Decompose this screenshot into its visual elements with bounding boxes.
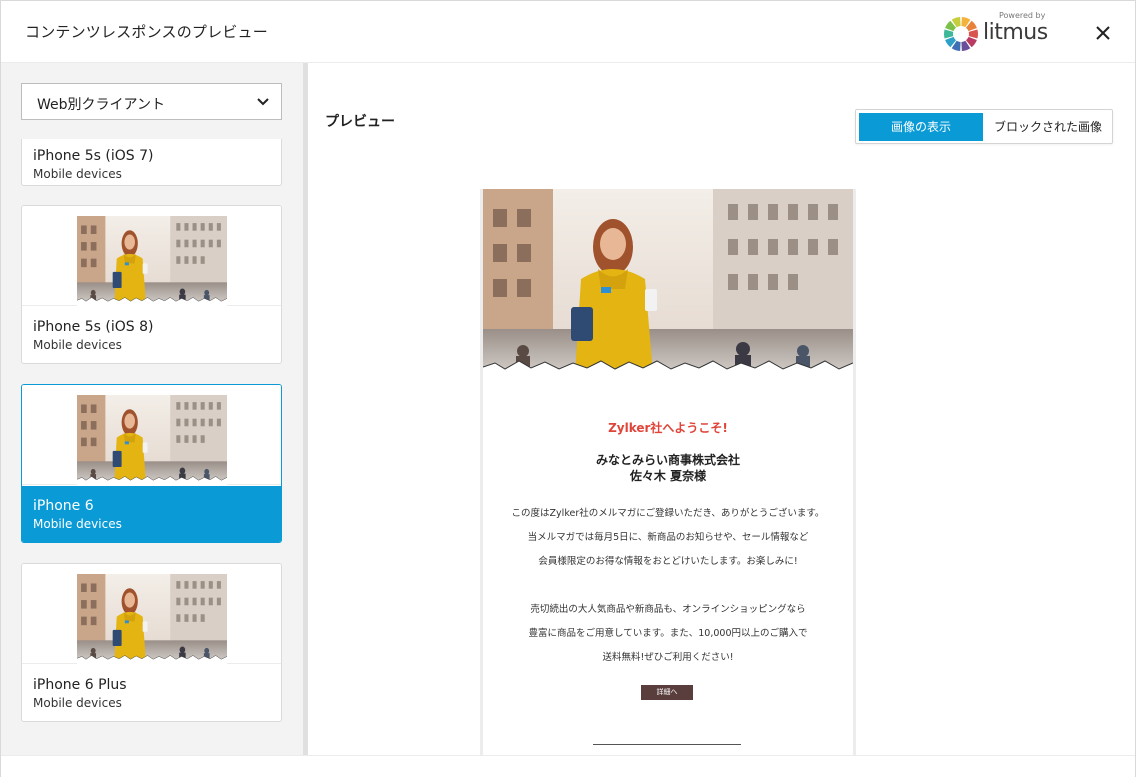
- preview-dialog: コンテンツレスポンスのプレビュー Powered by litmus Web別ク…: [0, 0, 1136, 777]
- email-company-name: みなとみらい商事株式会社: [595, 453, 740, 467]
- email-welcome-heading: Zylker社へようこそ!: [608, 421, 728, 435]
- device-card-iphone-6-plus[interactable]: iPhone 6 Plus Mobile devices: [21, 563, 282, 722]
- litmus-logo-icon: [944, 17, 978, 51]
- show-images-button[interactable]: 画像の表示: [859, 113, 983, 141]
- device-category: Mobile devices: [33, 167, 122, 181]
- device-category: Mobile devices: [33, 338, 122, 352]
- device-sidebar: Web別クライアント iPhone 5s (iOS 7) Mobile devi…: [1, 63, 303, 755]
- litmus-wheel-segment: [944, 29, 954, 39]
- device-card-iphone-6[interactable]: iPhone 6 Mobile devices: [21, 384, 282, 543]
- email-details-button[interactable]: 詳細へ: [641, 685, 693, 700]
- image-toggle: 画像の表示 ブロックされた画像: [855, 109, 1113, 144]
- device-list: iPhone 5s (iOS 7) Mobile devices iPhone …: [1, 139, 303, 755]
- close-button[interactable]: [1093, 23, 1113, 43]
- device-card-iphone-5s-ios8[interactable]: iPhone 5s (iOS 8) Mobile devices: [21, 205, 282, 364]
- email-preview-frame: Zylker社へようこそ! みなとみらい商事株式会社 佐々木 夏奈様 この度はZ…: [480, 189, 856, 755]
- client-select-value: Web別クライアント: [37, 97, 165, 113]
- device-thumbnail-area: [22, 385, 281, 485]
- email-footer-divider: [593, 744, 741, 745]
- email-paragraph-line: この度はZylker社のメルマガにご登録いただき、ありがとうございます。: [511, 508, 825, 519]
- device-name: iPhone 6 Plus: [33, 677, 127, 693]
- dialog-title: コンテンツレスポンスのプレビュー: [25, 23, 268, 41]
- dialog-header: コンテンツレスポンスのプレビュー Powered by litmus: [1, 1, 1135, 63]
- email-hero-image: [483, 189, 853, 379]
- email-paragraph-line: 売切続出の大人気商品や新商品も、オンラインショッピングなら: [530, 604, 806, 615]
- close-icon: [1096, 26, 1110, 40]
- email-recipient-name: 佐々木 夏奈様: [629, 469, 707, 483]
- device-card-iphone-5s-ios7[interactable]: iPhone 5s (iOS 7) Mobile devices: [21, 139, 282, 186]
- email-thumbnail: [77, 395, 227, 485]
- dialog-footer: [1, 755, 1135, 777]
- selected-highlight: [22, 486, 281, 542]
- device-name: iPhone 5s (iOS 7): [33, 148, 154, 164]
- email-paragraph-line: 会員様限定のお得な情報をおとどけいたします。お楽しみに!: [538, 556, 798, 567]
- powered-by-text: Powered by: [999, 11, 1046, 20]
- chevron-down-icon: [257, 98, 269, 106]
- device-thumbnail-area: [22, 564, 281, 664]
- preview-heading: プレビュー: [325, 114, 395, 130]
- device-name: iPhone 6: [33, 498, 94, 514]
- blocked-images-button[interactable]: ブロックされた画像: [985, 113, 1111, 141]
- email-paragraph-line: 送料無料!ぜひご利用ください!: [602, 652, 734, 663]
- preview-panel: プレビュー 画像の表示 ブロックされた画像 Zylker社へようこそ! みなとみ…: [308, 63, 1135, 755]
- device-category: Mobile devices: [33, 517, 122, 531]
- email-paragraph-line: 豊富に商品をご用意しています。また、10,000円以上のご購入で: [528, 628, 808, 639]
- litmus-brand: Powered by litmus: [943, 9, 1053, 55]
- device-category: Mobile devices: [33, 696, 122, 710]
- email-thumbnail: [77, 216, 227, 306]
- device-name: iPhone 5s (iOS 8): [33, 319, 154, 335]
- client-select[interactable]: Web別クライアント: [21, 83, 282, 120]
- litmus-wheel-segment: [968, 29, 978, 39]
- device-thumbnail-area: [22, 206, 281, 306]
- email-paragraph-line: 当メルマガでは毎月5日に、新商品のお知らせや、セール情報など: [527, 532, 809, 543]
- litmus-wordmark: litmus: [983, 20, 1048, 45]
- email-thumbnail: [77, 574, 227, 664]
